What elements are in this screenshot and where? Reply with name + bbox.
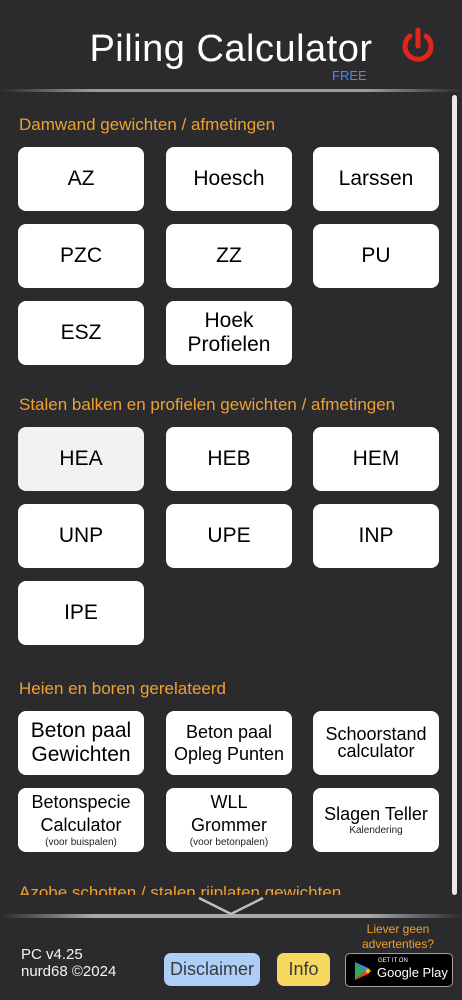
scrollbar[interactable] [452,95,457,895]
info-button[interactable]: Info [277,953,330,986]
app-header: Piling Calculator FREE [0,0,462,92]
btn-label: HEB [207,447,251,470]
btn-beton-paal-opleg-punten[interactable]: Beton paal Opleg Punten [166,711,292,775]
btn-label: Hoesch [193,167,265,190]
btn-label: Beton paal Gewichten [30,719,132,766]
no-ads-line1: Liever geen [366,922,430,936]
page-title: Piling Calculator [89,28,373,70]
btn-label: AZ [67,167,95,190]
btn-sublabel: (voor betonpalen) [189,837,269,848]
btn-label: Betonspecie Calculator [31,792,131,835]
btn-unp[interactable]: UNP [18,504,144,568]
disclaimer-button[interactable]: Disclaimer [164,953,260,986]
btn-pu[interactable]: PU [313,224,439,288]
no-ads-prompt: Liever geen advertenties? [344,922,452,952]
google-play-button[interactable]: GET IT ON Google Play [345,953,453,987]
btn-zz[interactable]: ZZ [166,224,292,288]
btn-hem[interactable]: HEM [313,427,439,491]
btn-hoesch[interactable]: Hoesch [166,147,292,211]
btn-esz[interactable]: ESZ [18,301,144,365]
btn-hea[interactable]: HEA [18,427,144,491]
btn-betonspecie-calculator[interactable]: Betonspecie Calculator (voor buispalen) [18,788,144,852]
header-divider [0,89,462,92]
btn-label: INP [358,524,394,547]
section-title-heien: Heien en boren gerelateerd [19,679,226,698]
btn-larssen[interactable]: Larssen [313,147,439,211]
btn-sublabel: Kalendering [349,825,403,836]
btn-schoorstand-calculator[interactable]: Schoorstand calculator [313,711,439,775]
chevron-down-icon[interactable] [196,895,266,917]
section-title-damwand: Damwand gewichten / afmetingen [19,115,276,134]
btn-label: Hoek Profielen [187,309,271,356]
section-title-azobe: Azobe schotten / stalen rijplaten gewich… [19,883,342,895]
btn-heb[interactable]: HEB [166,427,292,491]
btn-label: WLL Grommer [191,792,267,835]
btn-label: Slagen Teller [324,804,428,824]
google-play-label: Google Play [377,965,448,980]
btn-label: Schoorstand calculator [325,724,427,761]
google-play-small-label: GET IT ON [378,958,408,964]
btn-hoek-profielen[interactable]: Hoek Profielen [166,301,292,365]
copyright-label: nurd68 ©2024 [21,963,117,980]
btn-label: IPE [64,601,98,624]
free-badge: FREE [332,68,367,83]
btn-sublabel: (voor buispalen) [45,837,117,848]
btn-label: ESZ [60,321,102,344]
btn-wll-grommer[interactable]: WLL Grommer (voor betonpalen) [166,788,292,852]
btn-pzc[interactable]: PZC [18,224,144,288]
version-info: PC v4.25 nurd68 ©2024 [21,946,116,980]
btn-label: Larssen [338,167,414,190]
power-icon[interactable] [398,26,438,66]
btn-label: HEA [59,447,103,470]
btn-beton-paal-gewichten[interactable]: Beton paal Gewichten [18,711,144,775]
btn-label: HEM [352,447,400,470]
btn-inp[interactable]: INP [313,504,439,568]
btn-label: UNP [58,524,104,547]
btn-upe[interactable]: UPE [166,504,292,568]
btn-label: Beton paal Opleg Punten [173,722,285,764]
content-scroll[interactable]: Damwand gewichten / afmetingen AZ Hoesch… [0,95,462,895]
no-ads-line2: advertenties? [361,937,435,951]
version-label: PC v4.25 [21,946,83,963]
btn-ipe[interactable]: IPE [18,581,144,645]
btn-label: ZZ [216,244,242,267]
btn-label: UPE [207,524,251,547]
btn-az[interactable]: AZ [18,147,144,211]
btn-slagen-teller[interactable]: Slagen Teller Kalendering [313,788,439,852]
google-play-icon [355,962,371,980]
btn-label: PZC [60,244,102,267]
btn-label: PU [361,244,391,267]
section-title-stalen-balken: Stalen balken en profielen gewichten / a… [19,395,396,414]
